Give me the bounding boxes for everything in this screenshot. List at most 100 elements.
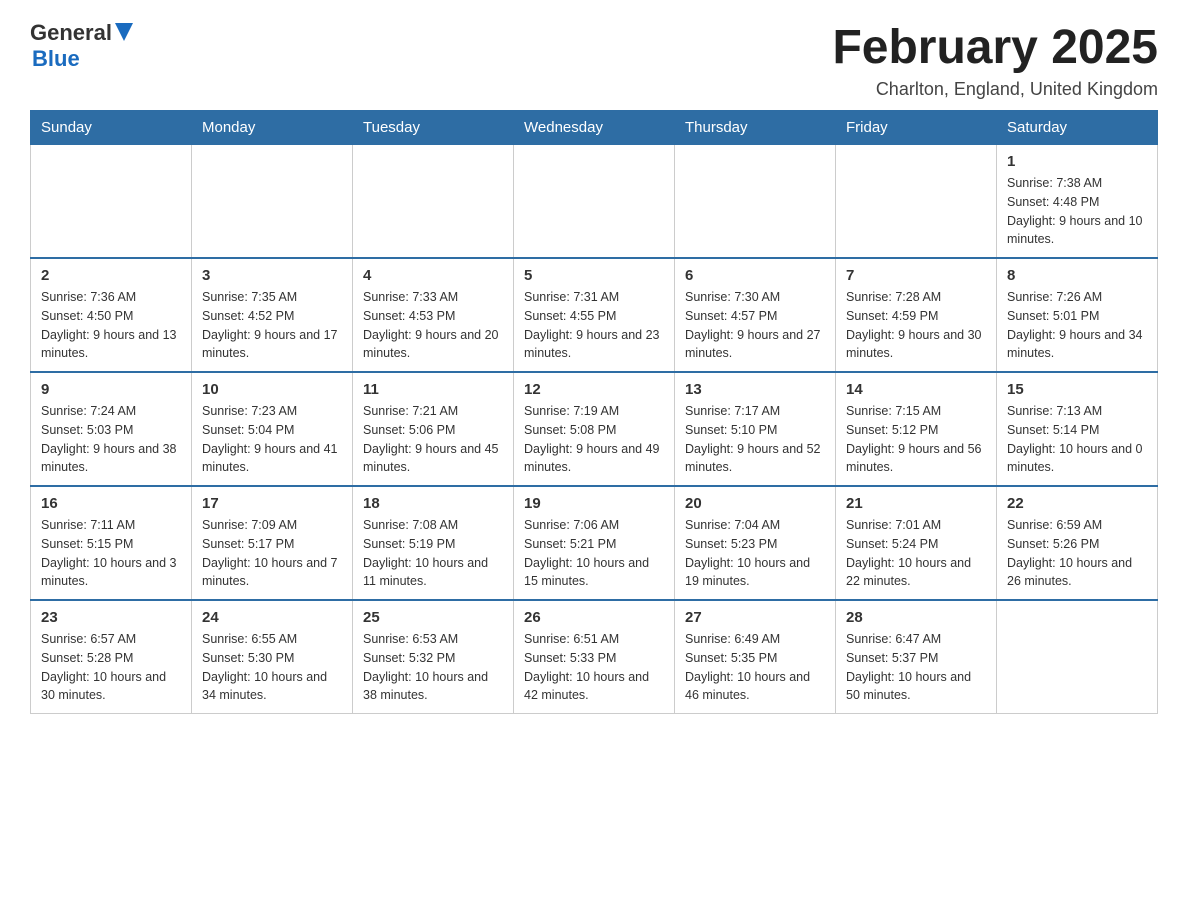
calendar-cell: 22 Sunrise: 6:59 AMSunset: 5:26 PMDayligh… xyxy=(997,486,1158,600)
day-info: Sunrise: 7:31 AMSunset: 4:55 PMDaylight:… xyxy=(524,288,664,363)
calendar-cell xyxy=(836,145,997,259)
calendar-cell: 19Sunrise: 7:06 AMSunset: 5:21 PMDayligh… xyxy=(514,486,675,600)
logo-triangle-icon xyxy=(115,23,133,43)
calendar-cell: 13Sunrise: 7:17 AMSunset: 5:10 PMDayligh… xyxy=(675,372,836,486)
day-info: Sunrise: 7:13 AMSunset: 5:14 PMDaylight:… xyxy=(1007,402,1147,477)
day-info: Sunrise: 7:38 AMSunset: 4:48 PMDaylight:… xyxy=(1007,174,1147,249)
calendar-table: SundayMondayTuesdayWednesdayThursdayFrid… xyxy=(30,110,1158,714)
day-number: 23 xyxy=(41,609,181,626)
day-info: Sunrise: 7:01 AMSunset: 5:24 PMDaylight:… xyxy=(846,516,986,591)
calendar-week-2: 2 Sunrise: 7:36 AMSunset: 4:50 PMDaylight… xyxy=(31,258,1158,372)
calendar-cell: 28 Sunrise: 6:47 AMSunset: 5:37 PMDayligh… xyxy=(836,600,997,714)
calendar-cell: 15 Sunrise: 7:13 AMSunset: 5:14 PMDayligh… xyxy=(997,372,1158,486)
day-info: Sunrise: 6:59 AMSunset: 5:26 PMDaylight:… xyxy=(1007,516,1147,591)
day-number: 5 xyxy=(524,267,664,284)
calendar-cell: 14Sunrise: 7:15 AMSunset: 5:12 PMDayligh… xyxy=(836,372,997,486)
calendar-cell: 20 Sunrise: 7:04 AMSunset: 5:23 PMDayligh… xyxy=(675,486,836,600)
day-info: Sunrise: 7:09 AMSunset: 5:17 PMDaylight:… xyxy=(202,516,342,591)
calendar-week-1: 1 Sunrise: 7:38 AMSunset: 4:48 PMDaylight… xyxy=(31,145,1158,259)
calendar-cell: 16Sunrise: 7:11 AMSunset: 5:15 PMDayligh… xyxy=(31,486,192,600)
calendar-cell: 18 Sunrise: 7:08 AMSunset: 5:19 PMDayligh… xyxy=(353,486,514,600)
calendar-cell: 2 Sunrise: 7:36 AMSunset: 4:50 PMDaylight… xyxy=(31,258,192,372)
day-number: 3 xyxy=(202,267,342,284)
calendar-cell: 10 Sunrise: 7:23 AMSunset: 5:04 PMDayligh… xyxy=(192,372,353,486)
day-number: 13 xyxy=(685,381,825,398)
calendar-cell: 1 Sunrise: 7:38 AMSunset: 4:48 PMDaylight… xyxy=(997,145,1158,259)
day-number: 17 xyxy=(202,495,342,512)
day-info: Sunrise: 7:19 AMSunset: 5:08 PMDaylight:… xyxy=(524,402,664,477)
day-number: 11 xyxy=(363,381,503,398)
day-info: Sunrise: 7:28 AMSunset: 4:59 PMDaylight:… xyxy=(846,288,986,363)
day-number: 16 xyxy=(41,495,181,512)
day-info: Sunrise: 7:06 AMSunset: 5:21 PMDaylight:… xyxy=(524,516,664,591)
logo-text-blue: Blue xyxy=(32,46,80,72)
day-number: 18 xyxy=(363,495,503,512)
day-number: 26 xyxy=(524,609,664,626)
day-number: 20 xyxy=(685,495,825,512)
day-number: 22 xyxy=(1007,495,1147,512)
day-info: Sunrise: 6:51 AMSunset: 5:33 PMDaylight:… xyxy=(524,630,664,705)
day-header-thursday: Thursday xyxy=(675,111,836,145)
day-number: 8 xyxy=(1007,267,1147,284)
day-header-wednesday: Wednesday xyxy=(514,111,675,145)
calendar-cell: 4 Sunrise: 7:33 AMSunset: 4:53 PMDaylight… xyxy=(353,258,514,372)
calendar-cell: 27 Sunrise: 6:49 AMSunset: 5:35 PMDayligh… xyxy=(675,600,836,714)
calendar-cell xyxy=(353,145,514,259)
day-info: Sunrise: 7:23 AMSunset: 5:04 PMDaylight:… xyxy=(202,402,342,477)
day-number: 24 xyxy=(202,609,342,626)
day-number: 4 xyxy=(363,267,503,284)
calendar-cell: 7 Sunrise: 7:28 AMSunset: 4:59 PMDaylight… xyxy=(836,258,997,372)
calendar-cell: 9Sunrise: 7:24 AMSunset: 5:03 PMDaylight… xyxy=(31,372,192,486)
day-number: 12 xyxy=(524,381,664,398)
day-header-saturday: Saturday xyxy=(997,111,1158,145)
calendar-cell: 21Sunrise: 7:01 AMSunset: 5:24 PMDayligh… xyxy=(836,486,997,600)
calendar-cell xyxy=(514,145,675,259)
day-info: Sunrise: 6:53 AMSunset: 5:32 PMDaylight:… xyxy=(363,630,503,705)
calendar-cell xyxy=(675,145,836,259)
calendar-cell: 6 Sunrise: 7:30 AMSunset: 4:57 PMDaylight… xyxy=(675,258,836,372)
calendar-week-5: 23 Sunrise: 6:57 AMSunset: 5:28 PMDayligh… xyxy=(31,600,1158,714)
calendar-cell: 8 Sunrise: 7:26 AMSunset: 5:01 PMDaylight… xyxy=(997,258,1158,372)
day-info: Sunrise: 7:21 AMSunset: 5:06 PMDaylight:… xyxy=(363,402,503,477)
day-info: Sunrise: 7:35 AMSunset: 4:52 PMDaylight:… xyxy=(202,288,342,363)
day-info: Sunrise: 6:55 AMSunset: 5:30 PMDaylight:… xyxy=(202,630,342,705)
calendar-cell: 3 Sunrise: 7:35 AMSunset: 4:52 PMDaylight… xyxy=(192,258,353,372)
day-info: Sunrise: 6:47 AMSunset: 5:37 PMDaylight:… xyxy=(846,630,986,705)
title-section: February 2025 Charlton, England, United … xyxy=(832,20,1158,100)
page-header: General Blue February 2025 Charlton, Eng… xyxy=(30,20,1158,100)
logo-text-general: General xyxy=(30,20,112,46)
calendar-cell: 26 Sunrise: 6:51 AMSunset: 5:33 PMDayligh… xyxy=(514,600,675,714)
day-number: 9 xyxy=(41,381,181,398)
day-number: 10 xyxy=(202,381,342,398)
day-info: Sunrise: 7:36 AMSunset: 4:50 PMDaylight:… xyxy=(41,288,181,363)
calendar-cell: 17 Sunrise: 7:09 AMSunset: 5:17 PMDayligh… xyxy=(192,486,353,600)
day-info: Sunrise: 7:30 AMSunset: 4:57 PMDaylight:… xyxy=(685,288,825,363)
day-info: Sunrise: 7:26 AMSunset: 5:01 PMDaylight:… xyxy=(1007,288,1147,363)
calendar-week-4: 16Sunrise: 7:11 AMSunset: 5:15 PMDayligh… xyxy=(31,486,1158,600)
day-number: 2 xyxy=(41,267,181,284)
day-info: Sunrise: 6:57 AMSunset: 5:28 PMDaylight:… xyxy=(41,630,181,705)
calendar-cell xyxy=(31,145,192,259)
calendar-cell xyxy=(192,145,353,259)
calendar-cell: 25 Sunrise: 6:53 AMSunset: 5:32 PMDayligh… xyxy=(353,600,514,714)
day-header-monday: Monday xyxy=(192,111,353,145)
logo: General Blue xyxy=(30,20,133,72)
day-number: 28 xyxy=(846,609,986,626)
day-info: Sunrise: 7:33 AMSunset: 4:53 PMDaylight:… xyxy=(363,288,503,363)
day-number: 27 xyxy=(685,609,825,626)
day-info: Sunrise: 6:49 AMSunset: 5:35 PMDaylight:… xyxy=(685,630,825,705)
day-info: Sunrise: 7:08 AMSunset: 5:19 PMDaylight:… xyxy=(363,516,503,591)
day-number: 25 xyxy=(363,609,503,626)
month-title: February 2025 xyxy=(832,20,1158,75)
calendar-cell: 5 Sunrise: 7:31 AMSunset: 4:55 PMDaylight… xyxy=(514,258,675,372)
day-number: 7 xyxy=(846,267,986,284)
day-number: 1 xyxy=(1007,153,1147,170)
calendar-cell xyxy=(997,600,1158,714)
calendar-week-3: 9Sunrise: 7:24 AMSunset: 5:03 PMDaylight… xyxy=(31,372,1158,486)
day-info: Sunrise: 7:04 AMSunset: 5:23 PMDaylight:… xyxy=(685,516,825,591)
day-header-tuesday: Tuesday xyxy=(353,111,514,145)
day-number: 6 xyxy=(685,267,825,284)
day-info: Sunrise: 7:15 AMSunset: 5:12 PMDaylight:… xyxy=(846,402,986,477)
calendar-cell: 24 Sunrise: 6:55 AMSunset: 5:30 PMDayligh… xyxy=(192,600,353,714)
day-number: 15 xyxy=(1007,381,1147,398)
